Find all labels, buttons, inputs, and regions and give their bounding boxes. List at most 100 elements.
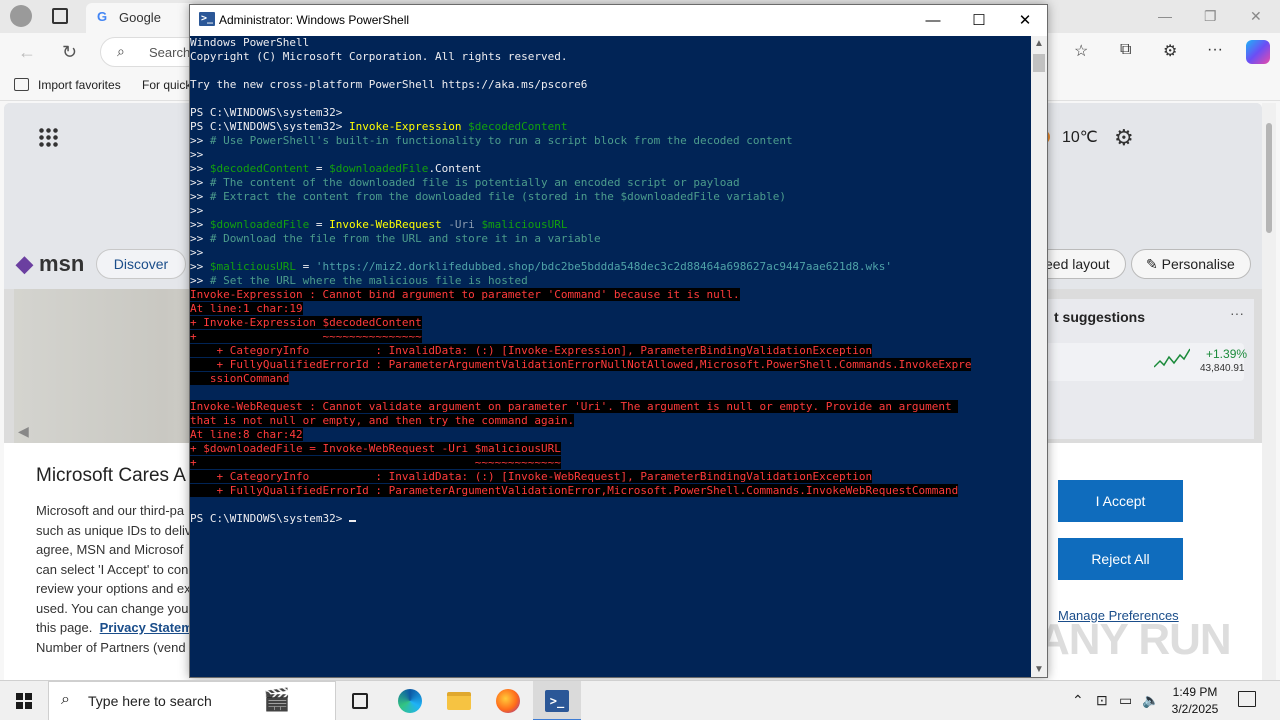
apps-grid-icon[interactable]	[38, 127, 58, 147]
import-favorites-link[interactable]: Import favorites	[38, 78, 121, 92]
clock[interactable]: 1:49 PM 3/2/2025	[1168, 684, 1222, 718]
google-icon: G	[96, 9, 108, 24]
cookie-line: Number of Partners (vend	[36, 639, 186, 655]
console-text: Copyright (C) Microsoft Corporation. All…	[190, 50, 568, 63]
console-line: Invoke-Expression : Cannot bind argument…	[190, 288, 1030, 302]
search-placeholder: Type here to search	[88, 693, 212, 709]
start-button[interactable]	[0, 681, 48, 720]
weather-temperature[interactable]: 10℃	[1062, 127, 1098, 147]
powershell-icon: >_	[199, 12, 215, 26]
taskbar-edge[interactable]	[386, 681, 434, 720]
powershell-icon: >_	[545, 690, 569, 712]
console-line: + CategoryInfo : InvalidData: (:) [Invok…	[190, 470, 1030, 484]
suggestions-card: t suggestions ··· +1.39% 43,840.91	[1024, 299, 1254, 439]
taskbar-firefox[interactable]	[484, 681, 532, 720]
console-text: =	[309, 218, 330, 231]
console-text: .Content	[428, 162, 482, 175]
discover-button[interactable]: Discover	[96, 249, 186, 279]
powershell-titlebar[interactable]: >_ Administrator: Windows PowerShell — ☐…	[190, 5, 1047, 36]
notification-icon[interactable]	[1238, 691, 1256, 707]
console-text: + ~~~~~~~~~~~~~	[190, 456, 561, 469]
edge-restore-icon[interactable]: ❐	[1204, 8, 1217, 25]
profile-icon[interactable]	[10, 5, 32, 27]
clock-time: 1:49 PM	[1172, 685, 1218, 699]
console-output[interactable]: Windows PowerShell Copyright (C) Microsof…	[190, 36, 1030, 677]
personalise-button[interactable]: ✎ Personalise	[1131, 249, 1251, 279]
console-text: >>	[190, 274, 210, 287]
more-menu-icon[interactable]: ···	[1207, 41, 1223, 59]
clock-date: 3/2/2025	[1171, 702, 1219, 716]
console-line: PS C:\WINDOWS\system32>	[190, 106, 1030, 120]
import-favorites-icon	[14, 78, 29, 91]
this-page-text: this page.	[36, 620, 93, 635]
console-text: $decodedContent	[209, 162, 310, 175]
msn-logo-text: msn	[39, 251, 85, 276]
carousel-prev-icon[interactable]: ◀	[18, 423, 29, 440]
accept-button[interactable]: I Accept	[1058, 480, 1183, 522]
console-line: >> # Extract the content from the downlo…	[190, 190, 1030, 204]
console-line: PS C:\WINDOWS\system32>	[190, 512, 1030, 526]
stock-sparkline-icon	[1154, 348, 1190, 368]
cookie-line: used. You can change you	[36, 600, 189, 616]
edge-scrollbar-thumb[interactable]	[1266, 123, 1272, 233]
console-line: + ~~~~~~~~~~~~~	[190, 456, 1030, 470]
back-icon[interactable]: ←	[18, 42, 36, 62]
refresh-icon[interactable]: ↻	[62, 42, 77, 62]
console-text: 'https://miz2.dorklifedubbed.shop/bdc2be…	[315, 260, 893, 273]
console-text: + CategoryInfo : InvalidData: (:) [Invok…	[190, 344, 873, 357]
scroll-down-icon[interactable]: ▼	[1034, 664, 1044, 675]
tab-google[interactable]: G Google	[86, 3, 196, 33]
console-text: PS C:\WINDOWS\system32>	[190, 106, 349, 119]
console-text: >>	[190, 162, 210, 175]
console-text: >>	[190, 232, 210, 245]
edge-close-icon[interactable]: ✕	[1250, 8, 1262, 25]
scroll-up-icon[interactable]: ▲	[1034, 38, 1044, 49]
stock-item[interactable]: +1.39% 43,840.91	[1044, 343, 1247, 381]
console-line: >> # The content of the downloaded file …	[190, 176, 1030, 190]
personalise-label: Personalise	[1161, 256, 1235, 272]
volume-icon[interactable]: 🔈	[1142, 692, 1159, 709]
console-text: + CategoryInfo : InvalidData: (:) [Invok…	[190, 470, 873, 483]
console-scrollbar-thumb[interactable]	[1033, 54, 1045, 72]
privacy-statement-link[interactable]: Privacy Statem	[100, 620, 193, 635]
console-text: $decodedContent	[468, 120, 568, 133]
console-text: PS C:\WINDOWS\system32>	[190, 512, 349, 525]
more-options-icon[interactable]: ···	[1230, 305, 1244, 321]
console-line: + ~~~~~~~~~~~~~~~	[190, 330, 1030, 344]
chevron-up-icon[interactable]: ⌃	[1072, 692, 1084, 709]
console-text: # The content of the downloaded file is …	[209, 176, 740, 189]
task-view-button[interactable]	[336, 681, 384, 720]
tab-actions-icon[interactable]	[52, 8, 68, 24]
favorite-star-icon[interactable]: ☆	[1074, 41, 1088, 61]
console-scrollbar[interactable]: ▲ ▼	[1031, 36, 1047, 677]
collections-icon[interactable]: ⧉	[1120, 41, 1131, 59]
console-text: + Invoke-Expression $decodedContent	[190, 316, 422, 329]
copilot-icon[interactable]	[1246, 40, 1270, 64]
close-button[interactable]: ✕	[1002, 9, 1048, 33]
console-line: >> $decodedContent = $downloadedFile.Con…	[190, 162, 1030, 176]
console-line: + $downloadedFile = Invoke-WebRequest -U…	[190, 442, 1030, 456]
taskbar-powershell[interactable]: >_	[533, 681, 581, 720]
network-icon[interactable]: ▭	[1119, 692, 1132, 709]
quick-access-text: For quick	[142, 78, 192, 92]
edge-minimize-icon[interactable]: —	[1158, 8, 1172, 24]
reject-all-button[interactable]: Reject All	[1058, 538, 1183, 580]
minimize-button[interactable]: —	[910, 9, 956, 33]
suggestions-title: t suggestions	[1054, 309, 1146, 325]
extensions-icon[interactable]: ⚙	[1163, 41, 1177, 61]
taskbar-file-explorer[interactable]	[435, 681, 483, 720]
taskbar-search-box[interactable]: ⌕ Type here to search 🎬	[48, 681, 336, 720]
msn-logo[interactable]: ◆ msn	[16, 251, 84, 277]
cookie-line: review your options and ex	[36, 581, 191, 596]
console-text: Invoke-WebRequest	[329, 218, 449, 231]
settings-gear-icon[interactable]: ⚙	[1114, 125, 1134, 151]
console-text: # Download the file from the URL and sto…	[209, 232, 601, 245]
maximize-button[interactable]: ☐	[956, 9, 1002, 33]
powershell-window: >_ Administrator: Windows PowerShell — ☐…	[189, 4, 1048, 678]
network-adapter-icon[interactable]: ⊡	[1096, 692, 1108, 709]
edge-scrollbar[interactable]	[1262, 103, 1276, 680]
console-text: $downloadedFile	[329, 162, 429, 175]
console-text: =	[309, 162, 330, 175]
